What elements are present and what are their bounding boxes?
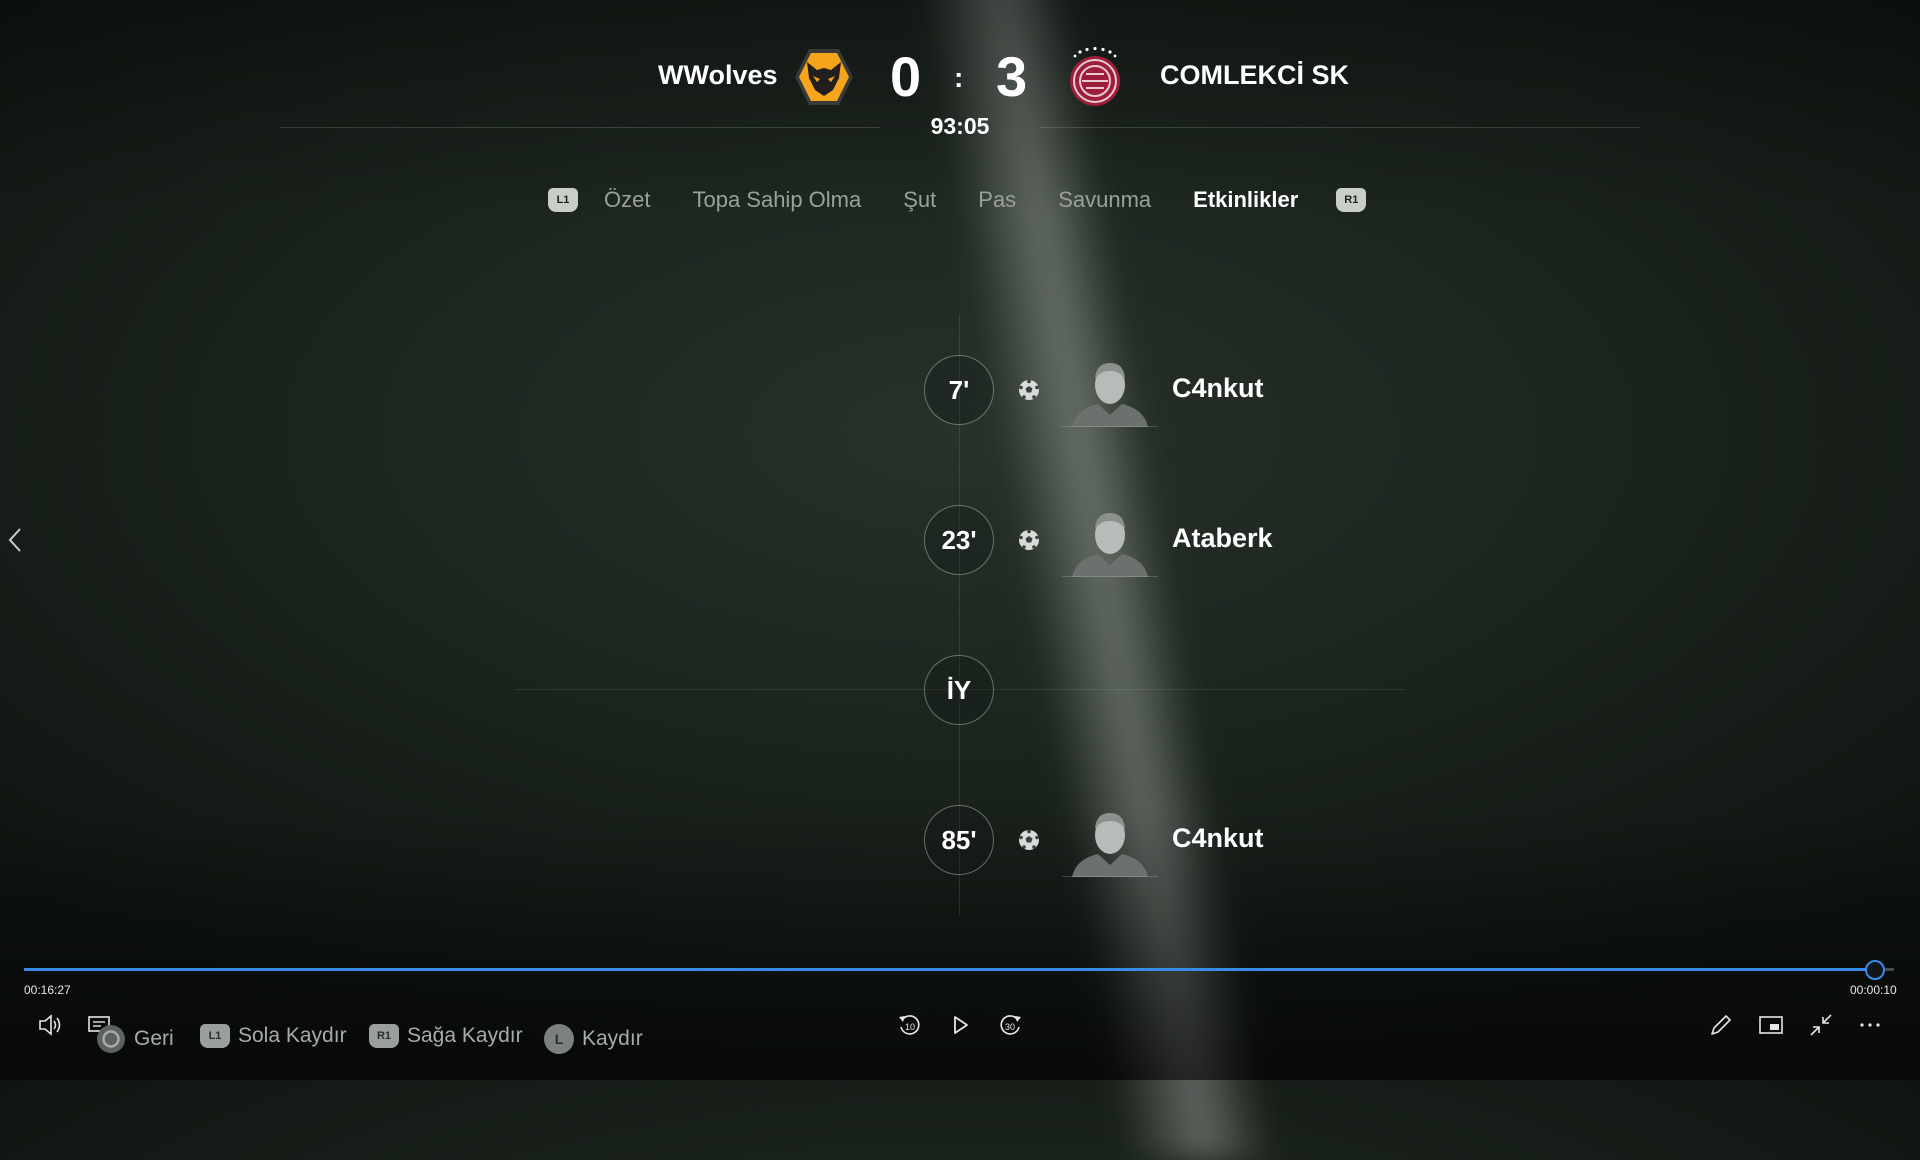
hint-back[interactable]: Geri bbox=[96, 1024, 174, 1054]
header-divider-left bbox=[280, 127, 880, 128]
header-divider-right bbox=[1040, 127, 1640, 128]
player-avatar-icon bbox=[1062, 513, 1158, 577]
chevron-left-icon[interactable] bbox=[6, 527, 26, 553]
timeline-event: 85' C4nkut bbox=[924, 805, 1384, 877]
hint-back-label: Geri bbox=[134, 1027, 174, 1050]
away-team-name: COMLEKCİ SK bbox=[1160, 60, 1349, 90]
left-stick-icon: L bbox=[544, 1024, 574, 1054]
r1-button-icon: R1 bbox=[369, 1024, 399, 1048]
volume-icon[interactable] bbox=[36, 1011, 64, 1039]
elapsed-time: 00:16:27 bbox=[24, 983, 71, 997]
match-clock: 93:05 bbox=[930, 113, 990, 139]
left-stick-label: L bbox=[554, 1031, 564, 1047]
tab-shots[interactable]: Şut bbox=[903, 187, 936, 213]
rewind-10-label: 10 bbox=[905, 1022, 915, 1032]
hint-scroll-label: Kaydır bbox=[582, 1027, 643, 1050]
club-crest-icon bbox=[1070, 46, 1120, 106]
tab-defense[interactable]: Savunma bbox=[1058, 187, 1151, 213]
event-minute: 85' bbox=[924, 805, 994, 875]
soccer-ball-icon bbox=[1019, 829, 1039, 850]
event-player-name: Ataberk bbox=[1172, 523, 1273, 553]
soccer-ball-icon bbox=[1019, 379, 1039, 400]
video-progress-fill bbox=[24, 968, 1876, 971]
exit-fullscreen-icon[interactable] bbox=[1807, 1011, 1835, 1039]
forward-30-icon[interactable]: 30 bbox=[996, 1011, 1024, 1039]
hint-scroll[interactable]: L Kaydır bbox=[544, 1024, 643, 1054]
stats-tab-bar: L1 Özet Topa Sahip Olma Şut Pas Savunma … bbox=[548, 183, 1367, 217]
hint-scroll-right[interactable]: R1 Sağa Kaydır bbox=[369, 1024, 523, 1048]
hint-scroll-left-label: Sola Kaydır bbox=[238, 1024, 347, 1047]
home-score: 0 bbox=[890, 45, 922, 108]
hint-scroll-right-label: Sağa Kaydır bbox=[407, 1024, 523, 1047]
home-team-name: WWolves bbox=[658, 60, 778, 90]
event-player-name: C4nkut bbox=[1172, 823, 1264, 853]
event-minute: 7' bbox=[924, 355, 994, 425]
soccer-ball-icon bbox=[1019, 529, 1039, 550]
forward-30-label: 30 bbox=[1005, 1022, 1015, 1032]
remaining-time: 00:00:10 bbox=[1850, 983, 1897, 997]
away-score: 3 bbox=[996, 45, 1028, 108]
wolves-crest-icon bbox=[795, 49, 853, 105]
l1-tab-prev-button[interactable]: L1 bbox=[548, 188, 578, 212]
rewind-10-icon[interactable]: 10 bbox=[896, 1011, 924, 1039]
timeline-event: 7' C4nkut bbox=[924, 355, 1384, 427]
player-avatar-icon bbox=[1062, 813, 1158, 877]
video-progress-bar[interactable] bbox=[24, 960, 1894, 980]
picture-in-picture-icon[interactable] bbox=[1757, 1011, 1785, 1039]
more-options-icon[interactable] bbox=[1856, 1011, 1884, 1039]
tab-events[interactable]: Etkinlikler bbox=[1193, 187, 1298, 213]
score-separator: : bbox=[954, 62, 964, 93]
tab-summary[interactable]: Özet bbox=[604, 187, 650, 213]
tab-passes[interactable]: Pas bbox=[978, 187, 1016, 213]
event-minute: 23' bbox=[924, 505, 994, 575]
half-time-label: İY bbox=[924, 655, 994, 725]
play-icon[interactable] bbox=[946, 1011, 974, 1039]
player-avatar-icon bbox=[1062, 363, 1158, 427]
tab-possession[interactable]: Topa Sahip Olma bbox=[692, 187, 861, 213]
timeline-event: 23' Ataberk bbox=[924, 505, 1384, 577]
hint-scroll-left[interactable]: L1 Sola Kaydır bbox=[200, 1024, 347, 1048]
pencil-icon[interactable] bbox=[1707, 1011, 1735, 1039]
circle-button-icon bbox=[97, 1025, 125, 1053]
l1-button-icon: L1 bbox=[200, 1024, 230, 1048]
r1-tab-next-button[interactable]: R1 bbox=[1336, 188, 1367, 212]
event-player-name: C4nkut bbox=[1172, 373, 1264, 403]
scoreboard: WWolves 0 : 3 COMLEKCİ SK 93:05 bbox=[0, 0, 1920, 150]
